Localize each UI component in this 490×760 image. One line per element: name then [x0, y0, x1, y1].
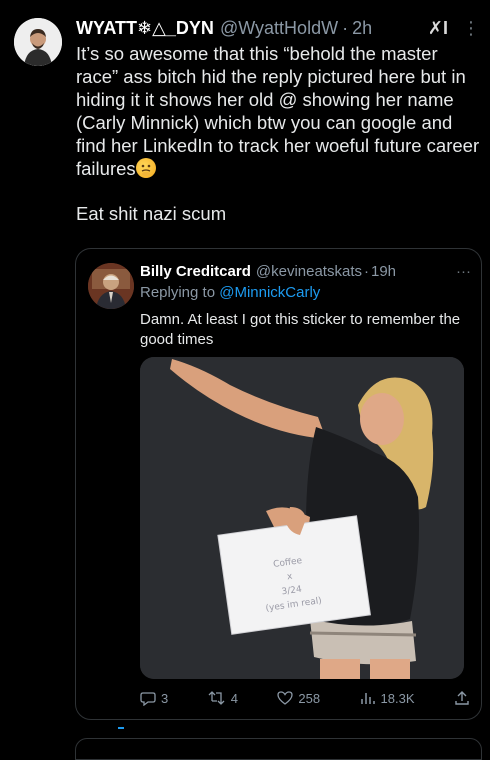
view-count: 18.3K: [380, 690, 415, 706]
tweet-text-paragraph-1: It’s so awesome that this “behold the ma…: [76, 43, 480, 179]
reply-count: 3: [161, 690, 169, 706]
quoted-avatar[interactable]: [88, 263, 134, 309]
quoted-media-image[interactable]: Coffee x 3/24 (yes im real): [140, 357, 464, 679]
quoted-avatar-photo: [88, 263, 134, 309]
reply-icon: [140, 692, 156, 706]
tweet-text-paragraph-2: Eat shit nazi scum: [76, 203, 227, 224]
author-name[interactable]: WYATT❄△_DYN: [76, 18, 214, 39]
replying-to: Replying to @MinnickCarly: [140, 284, 320, 301]
author-avatar[interactable]: [14, 18, 62, 66]
quoted-author-name[interactable]: Billy Creditcard: [140, 263, 251, 280]
like-button[interactable]: 258: [277, 690, 320, 706]
more-options-icon[interactable]: ⋮: [462, 19, 480, 37]
repost-icon: [208, 691, 225, 705]
like-count: 258: [298, 690, 321, 706]
views-icon: [360, 693, 375, 704]
tweet-time[interactable]: 2h: [352, 18, 372, 39]
repost-count: 4: [230, 690, 238, 706]
views-button[interactable]: 18.3K: [360, 690, 415, 706]
next-tweet-card-edge[interactable]: [75, 738, 482, 760]
quoted-action-bar: 3 4 258 18.3K: [140, 687, 470, 709]
grok-icon[interactable]: ✗I: [428, 18, 448, 39]
reply-button[interactable]: 3: [140, 690, 168, 706]
quoted-time[interactable]: 19h: [371, 263, 396, 280]
replying-handle-link[interactable]: @MinnickCarly: [219, 284, 320, 301]
quoted-header: Billy Creditcard @kevineatskats · 19h ··…: [140, 263, 471, 280]
replying-prefix: Replying to: [140, 284, 216, 301]
quoted-more-icon[interactable]: ···: [456, 263, 471, 280]
share-icon: [455, 691, 469, 705]
blue-indicator: [118, 727, 124, 729]
tweet-body: It’s so awesome that this “behold the ma…: [76, 42, 480, 225]
author-avatar-photo: [14, 18, 62, 66]
quoted-tweet-card[interactable]: Billy Creditcard @kevineatskats · 19h ··…: [75, 248, 482, 720]
quoted-author-handle[interactable]: @kevineatskats: [256, 263, 362, 280]
heart-icon: [277, 691, 294, 705]
header-separator: ·: [342, 17, 349, 38]
quoted-separator: ·: [363, 263, 369, 280]
photo-illustration: Coffee x 3/24 (yes im real): [140, 357, 464, 679]
quoted-text: Damn. At least I got this sticker to rem…: [140, 311, 461, 348]
tweet-header: WYATT❄△_DYN @WyattHoldW · 2h ✗I ⋮: [76, 16, 480, 40]
share-button[interactable]: [454, 690, 470, 706]
thinking-face-emoji-icon: [135, 158, 156, 178]
author-handle[interactable]: @WyattHoldW: [220, 18, 338, 39]
repost-button[interactable]: 4: [208, 690, 238, 706]
